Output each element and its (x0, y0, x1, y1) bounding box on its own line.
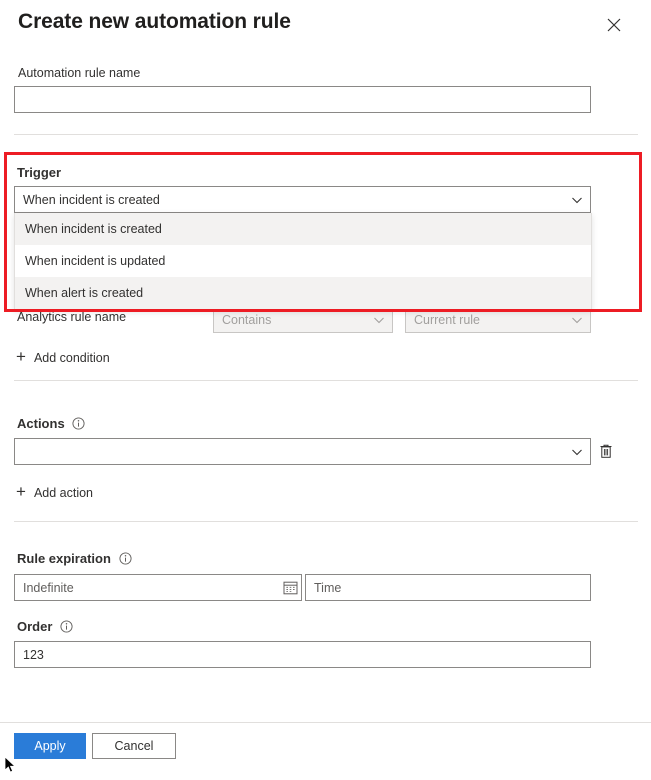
cancel-button[interactable]: Cancel (92, 733, 176, 759)
footer-divider (0, 722, 651, 723)
condition-operator-select[interactable]: Contains (213, 306, 393, 333)
plus-icon: + (16, 482, 26, 501)
order-input[interactable] (14, 641, 591, 668)
create-automation-rule-panel: Create new automation rule Automation ru… (0, 0, 651, 773)
trigger-option-incident-updated[interactable]: When incident is updated (15, 245, 591, 277)
chevron-down-icon (571, 446, 583, 458)
rule-expiration-date-input[interactable] (14, 574, 302, 601)
mouse-cursor-artifact (4, 756, 18, 775)
automation-rule-name-input[interactable] (14, 86, 591, 113)
actions-label: Actions (17, 416, 85, 431)
info-icon[interactable] (60, 620, 73, 633)
action-select[interactable] (14, 438, 591, 465)
chevron-down-icon (571, 194, 583, 206)
apply-button[interactable]: Apply (14, 733, 86, 759)
chevron-down-icon (373, 314, 385, 326)
close-icon[interactable] (601, 12, 627, 38)
trigger-selected-value: When incident is created (23, 192, 160, 207)
trigger-select[interactable]: When incident is created (14, 186, 591, 213)
page-title: Create new automation rule (18, 10, 291, 33)
condition-value-select[interactable]: Current rule (405, 306, 591, 333)
info-icon[interactable] (72, 417, 85, 430)
condition-value-text: Current rule (414, 312, 480, 327)
trigger-option-alert-created[interactable]: When alert is created (15, 277, 591, 309)
info-icon[interactable] (118, 552, 132, 565)
rule-expiration-label: Rule expiration (17, 551, 132, 566)
order-label-text: Order (17, 619, 53, 634)
divider-actions-section (14, 521, 638, 522)
divider-conditions-section (14, 380, 638, 381)
chevron-down-icon (571, 314, 583, 326)
condition-operator-value: Contains (222, 312, 272, 327)
order-label: Order (17, 619, 73, 634)
actions-label-text: Actions (17, 416, 65, 431)
trash-icon (600, 444, 612, 458)
trigger-label: Trigger (17, 165, 62, 180)
condition-property-label: Analytics rule name (17, 310, 127, 324)
add-action-label: Add action (33, 485, 94, 500)
divider-name-section (14, 134, 638, 135)
add-condition-label: Add condition (33, 350, 110, 365)
delete-action-button[interactable] (595, 439, 617, 463)
trigger-option-incident-created[interactable]: When incident is created (15, 213, 591, 245)
add-condition-button[interactable]: + Add condition (16, 347, 110, 366)
plus-icon: + (16, 347, 26, 366)
automation-rule-name-label: Automation rule name (18, 66, 141, 80)
add-action-button[interactable]: + Add action (16, 482, 94, 501)
trigger-dropdown-list[interactable]: When incident is created When incident i… (14, 213, 592, 310)
rule-expiration-label-text: Rule expiration (17, 551, 111, 566)
calendar-icon[interactable] (283, 580, 298, 595)
rule-expiration-time-input[interactable] (305, 574, 591, 601)
